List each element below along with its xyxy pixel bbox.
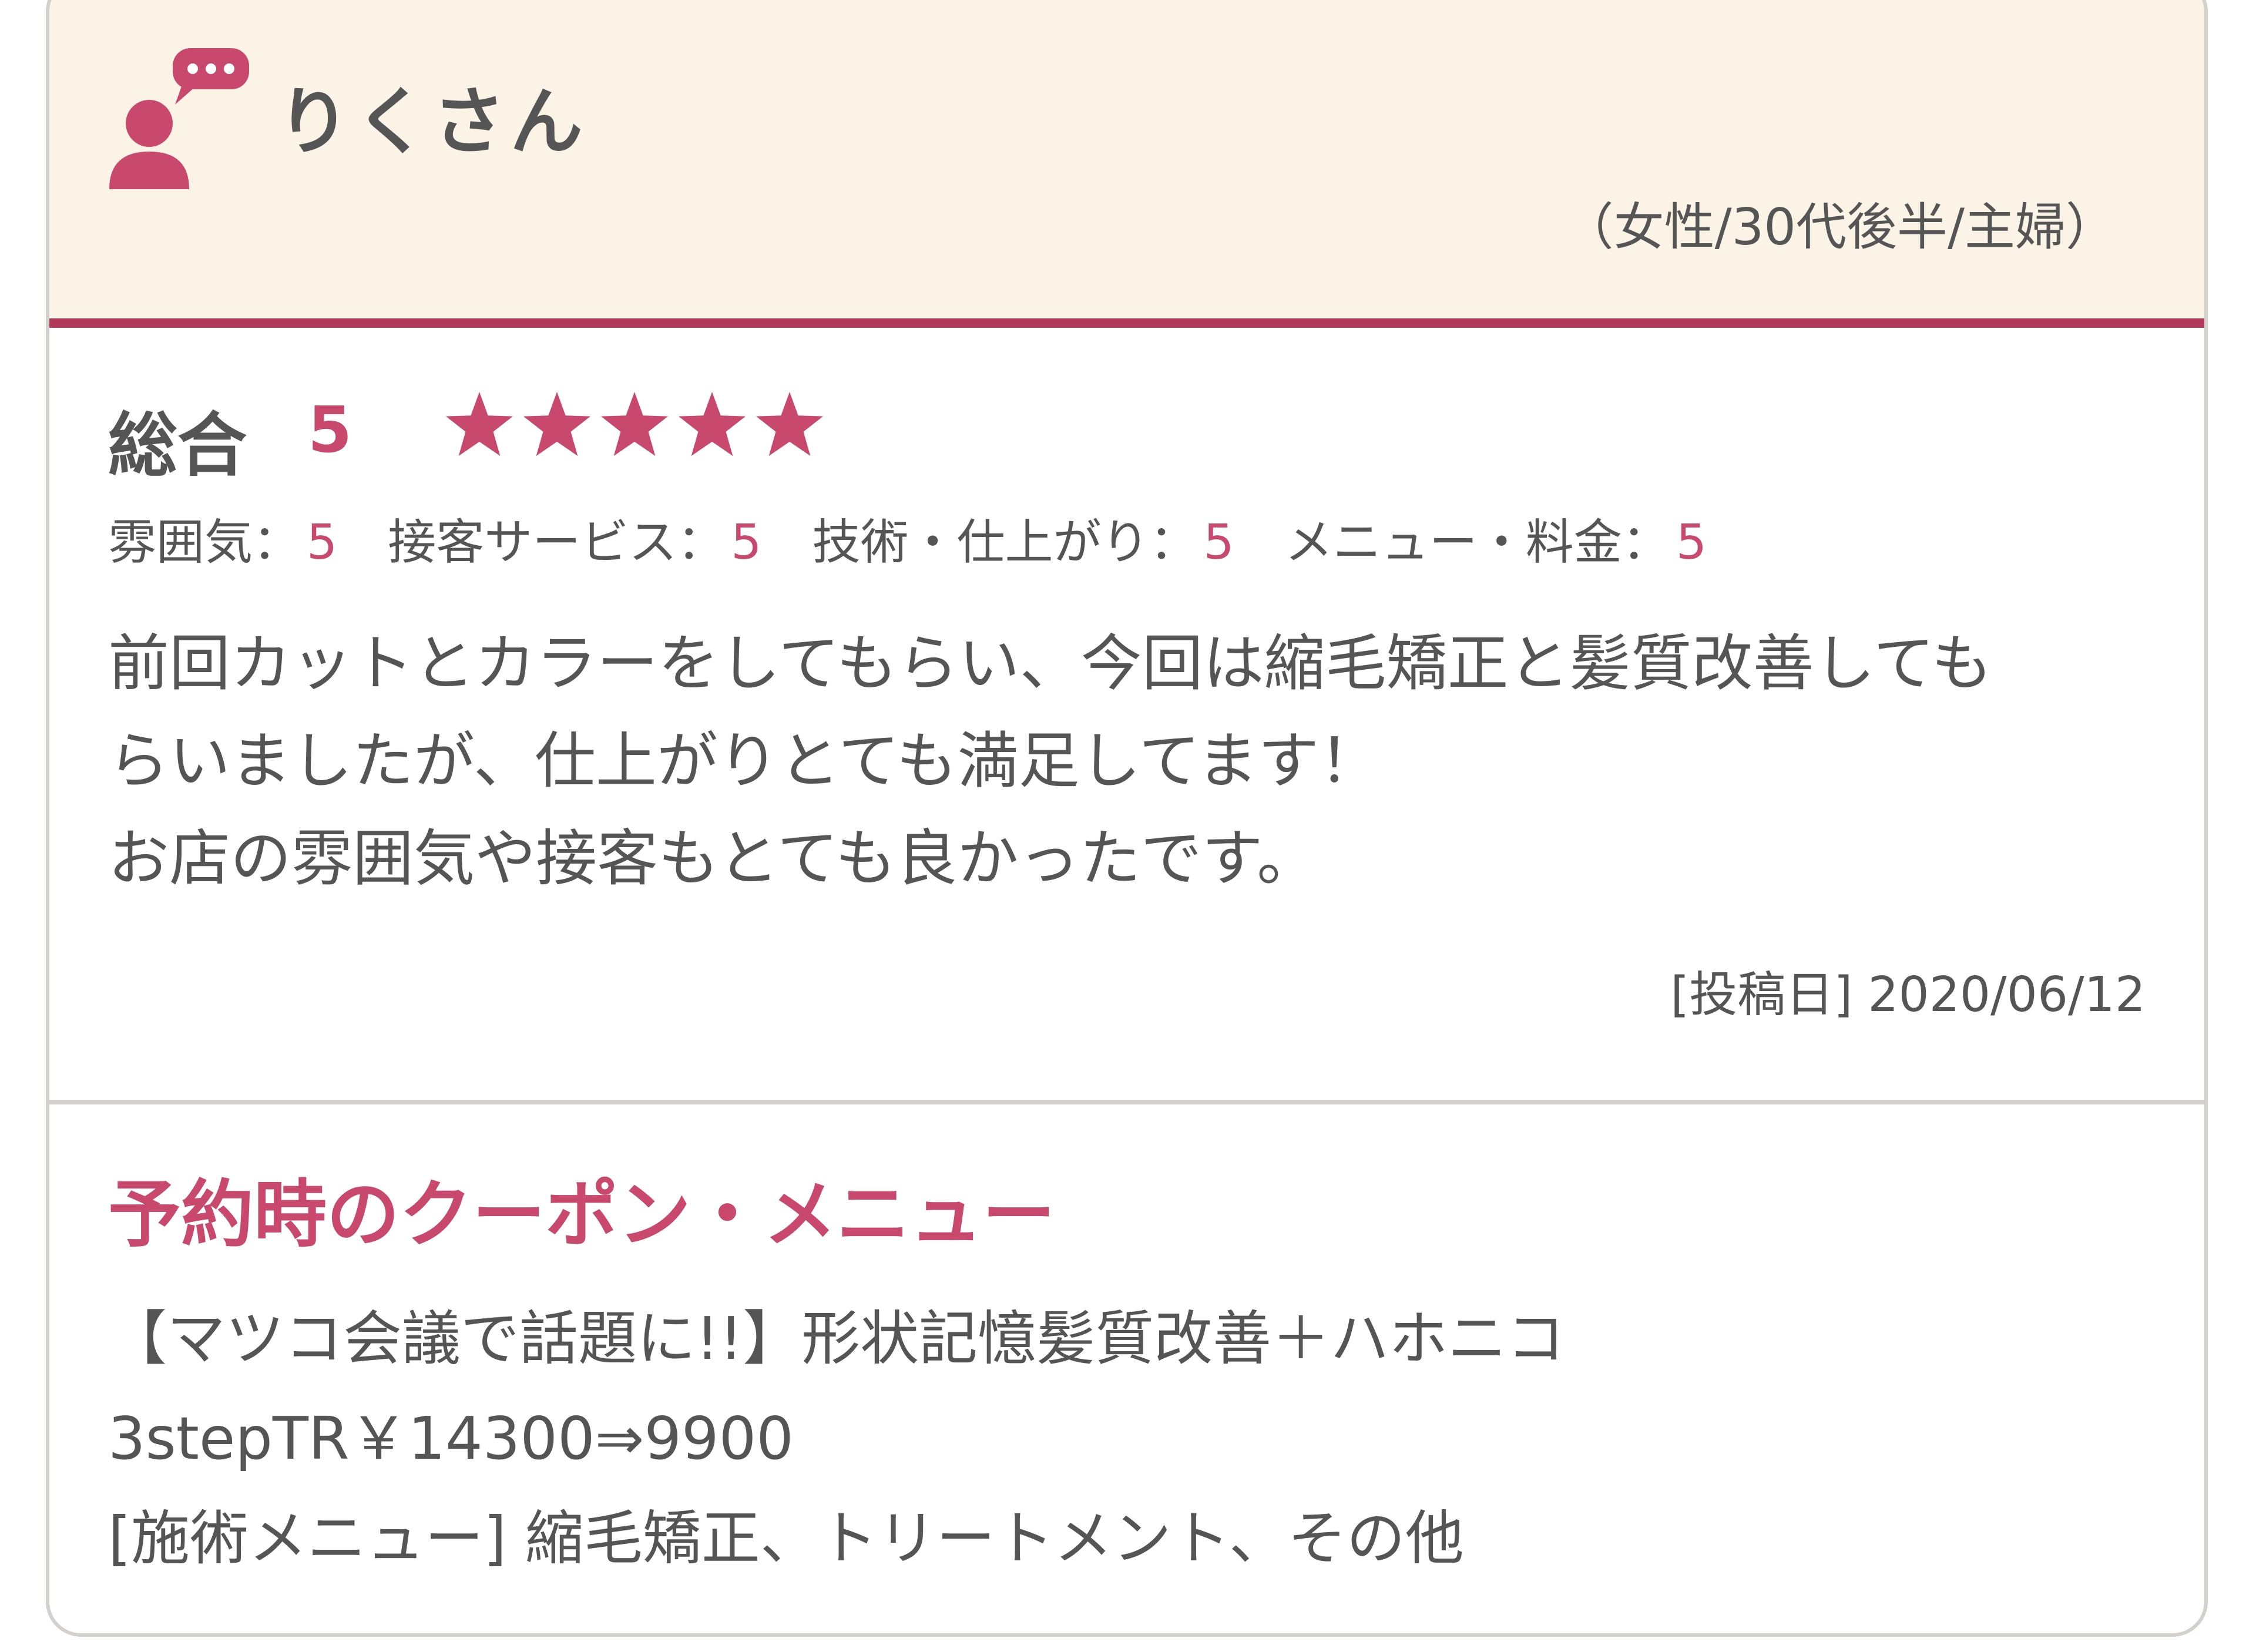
star-icon [445, 391, 513, 456]
sub-rating-label: 雰囲気： [108, 515, 301, 570]
star-rating [443, 389, 826, 462]
sub-rating-score: 5 [307, 515, 338, 570]
reviewer-name: りくさん [277, 80, 588, 164]
coupon-line: 3stepTR￥14300⇒9900 [108, 1404, 794, 1473]
reviewer-meta: （女性/30代後半/主婦） [1563, 198, 2116, 257]
sub-rating-score: 5 [1203, 515, 1234, 570]
sub-ratings: 雰囲気： 5 接客サービス： 5 技術・仕上がり： 5 メニュー・料金： 5 [108, 503, 1742, 573]
coupon-title: 予約時のクーポン・メニュー [108, 1173, 1056, 1257]
sub-rating-technique: 技術・仕上がり： 5 [813, 503, 1234, 573]
star-icon [756, 391, 824, 456]
section-divider [49, 1100, 2204, 1104]
reviewer-header: りくさん （女性/30代後半/主婦） [49, 0, 2204, 328]
star-icon [523, 391, 591, 456]
coupon-line: [施術メニュー] 縮毛矯正、トリートメント、その他 [108, 1504, 1464, 1573]
sub-rating-service: 接客サービス： 5 [388, 503, 761, 573]
review-body: 前回カットとカラーをしてもらい、今回は縮毛矯正と髪質改善しても らいましたが、仕… [108, 615, 2164, 907]
star-icon [678, 391, 746, 456]
overall-score: 5 [308, 394, 352, 467]
coupon-line: 【マツコ会議で話題に!!】形状記憶髪質改善＋ハホニコ [108, 1304, 1566, 1373]
review-line: らいましたが、仕上がりとても満足してます！ [108, 725, 1381, 797]
sub-rating-label: 接客サービス： [388, 515, 726, 570]
sub-rating-score: 5 [1676, 515, 1707, 570]
sub-rating-price: メニュー・料金： 5 [1285, 503, 1707, 573]
post-date: [投稿日] 2020/06/12 [1670, 967, 2146, 1023]
user-comment-icon [109, 48, 249, 189]
sub-rating-atmosphere: 雰囲気： 5 [108, 503, 337, 573]
overall-label: 総合 [108, 405, 247, 486]
star-icon [600, 391, 669, 456]
sub-rating-label: 技術・仕上がり： [812, 515, 1198, 570]
review-line: 前回カットとカラーをしてもらい、今回は縮毛矯正と髪質改善しても [108, 627, 1993, 699]
sub-rating-label: メニュー・料金： [1284, 515, 1670, 570]
coupon-body: 【マツコ会議で話題に!!】形状記憶髪質改善＋ハホニコ 3stepTR￥14300… [108, 1289, 2153, 1589]
sub-rating-score: 5 [731, 515, 762, 570]
review-line: お店の雰囲気や接客もとても良かったです。 [108, 822, 1318, 894]
review-card: りくさん （女性/30代後半/主婦） 総合 5 雰囲気： 5 接客サービス： 5 技… [46, 0, 2208, 1637]
